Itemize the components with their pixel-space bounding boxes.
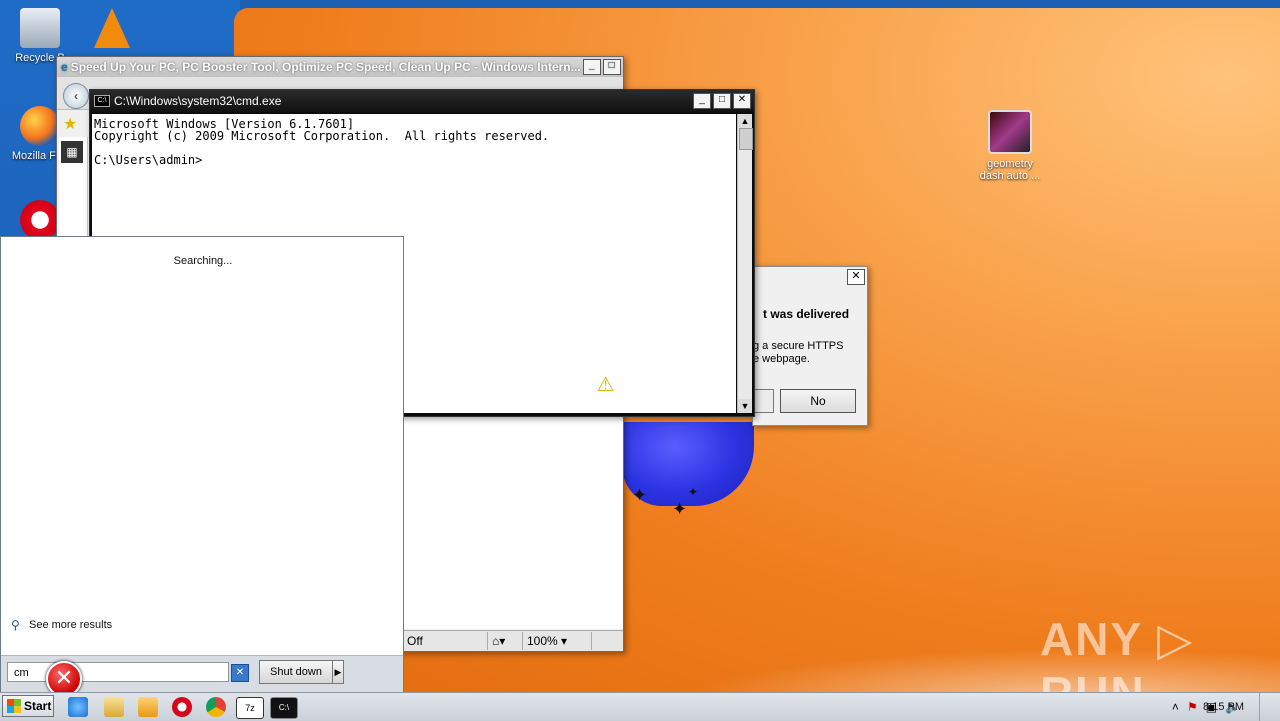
favorites-star-icon[interactable]: ★ (63, 117, 79, 133)
cmd-taskbar-icon[interactable]: C:\ (270, 697, 298, 719)
taskbar: Start 7z C:\ ˄ ⚑ ▣ 🔈 8:15 PM (0, 692, 1280, 721)
search-status: Searching... (1, 255, 405, 267)
dialog-body-line: g a secure HTTPS (753, 340, 843, 353)
cmd-scrollbar[interactable]: ▲ ▼ (737, 114, 752, 413)
taskbar-clock[interactable]: 8:15 PM (1203, 693, 1244, 721)
ie-logo-icon: e (61, 60, 68, 74)
desktop-icon-label: geometry dash auto ... (975, 158, 1045, 182)
recycle-bin-icon (20, 8, 60, 48)
search-icon: ⚲ (11, 619, 23, 631)
minimize-button[interactable]: _ (693, 93, 711, 109)
ie-titlebar[interactable]: e Speed Up Your PC, PC Booster Tool, Opt… (57, 57, 623, 77)
cmd-icon: C:\ (94, 95, 110, 107)
minimize-button[interactable]: _ (583, 59, 601, 75)
cmd-window-title: C:\Windows\system32\cmd.exe (114, 94, 281, 108)
explorer-taskbar-icon[interactable] (104, 697, 124, 717)
sparkle-icon: ✦ (688, 486, 698, 498)
scroll-down-arrow[interactable]: ▼ (738, 399, 752, 413)
opera-taskbar-icon[interactable] (172, 697, 192, 717)
dialog-body-line: e webpage. (753, 353, 843, 366)
sparkle-icon: ✦ (632, 486, 647, 504)
security-zone-button[interactable]: ⌂▾ (488, 632, 523, 650)
maximize-button[interactable]: □ (713, 93, 731, 109)
security-warning-dialog[interactable]: ✕ t was delivered g a secure HTTPS e web… (752, 266, 868, 426)
scroll-up-arrow[interactable]: ▲ (738, 114, 752, 128)
protected-mode-status: Off (403, 632, 488, 650)
opera-icon (20, 200, 60, 240)
tiles-icon[interactable]: ▦ (61, 141, 83, 163)
desktop-icon-geometry-dash[interactable]: geometry dash auto ... (970, 110, 1050, 182)
clear-search-button[interactable]: ✕ (231, 664, 249, 682)
ie-window-title: Speed Up Your PC, PC Booster Tool, Optim… (71, 60, 581, 74)
close-button[interactable]: ✕ (733, 93, 751, 109)
action-center-flag-icon[interactable]: ⚑ (1187, 700, 1198, 714)
maximize-button[interactable]: □ (603, 59, 621, 75)
warning-icon: ⚠ (597, 368, 614, 396)
console-prompt: C:\Users\admin> (94, 154, 736, 166)
no-button[interactable]: No (780, 389, 856, 413)
zoom-button[interactable]: 100% ▾ (523, 632, 592, 650)
see-more-results-label: See more results (29, 619, 112, 631)
sparkle-icon: ✦ (672, 500, 687, 518)
dialog-heading: t was delivered (763, 307, 849, 321)
see-more-results-link[interactable]: ⚲ See more results (11, 619, 112, 631)
firefox-icon (20, 106, 60, 146)
scroll-thumb[interactable] (739, 128, 753, 150)
back-button[interactable]: ‹ (63, 83, 89, 109)
media-player-taskbar-icon[interactable] (138, 697, 158, 717)
dialog-close-button[interactable]: ✕ (847, 269, 865, 285)
desktop-icon-vlc[interactable] (72, 8, 152, 52)
yes-button[interactable] (753, 389, 774, 413)
dialog-body: g a secure HTTPS e webpage. (753, 340, 843, 366)
shutdown-button[interactable]: Shut down (259, 660, 333, 684)
start-label: Start (24, 695, 51, 717)
show-hidden-icons-icon[interactable]: ˄ (1172, 700, 1179, 714)
show-desktop-button[interactable] (1259, 693, 1280, 721)
start-button[interactable]: Start (2, 695, 54, 717)
cmd-titlebar[interactable]: C:\ C:\Windows\system32\cmd.exe _ □ ✕ (90, 90, 754, 112)
zoom-level: 100% (527, 634, 558, 648)
ie-taskbar-icon[interactable] (68, 697, 88, 717)
vlc-icon (94, 8, 130, 48)
chrome-taskbar-icon[interactable] (206, 697, 226, 717)
geometry-dash-icon (988, 110, 1032, 154)
ie-status-bar: Off ⌂▾ 100% ▾ (403, 630, 623, 651)
7zip-taskbar-icon[interactable]: 7z (236, 697, 264, 719)
shutdown-options-arrow[interactable]: ▶ (332, 660, 344, 684)
windows-logo-icon (7, 699, 21, 713)
start-menu: Searching... ⚲ See more results cm ✕ Shu… (0, 236, 404, 692)
start-search-input[interactable]: cm (7, 662, 229, 682)
console-line: Copyright (c) 2009 Microsoft Corporation… (94, 130, 736, 142)
